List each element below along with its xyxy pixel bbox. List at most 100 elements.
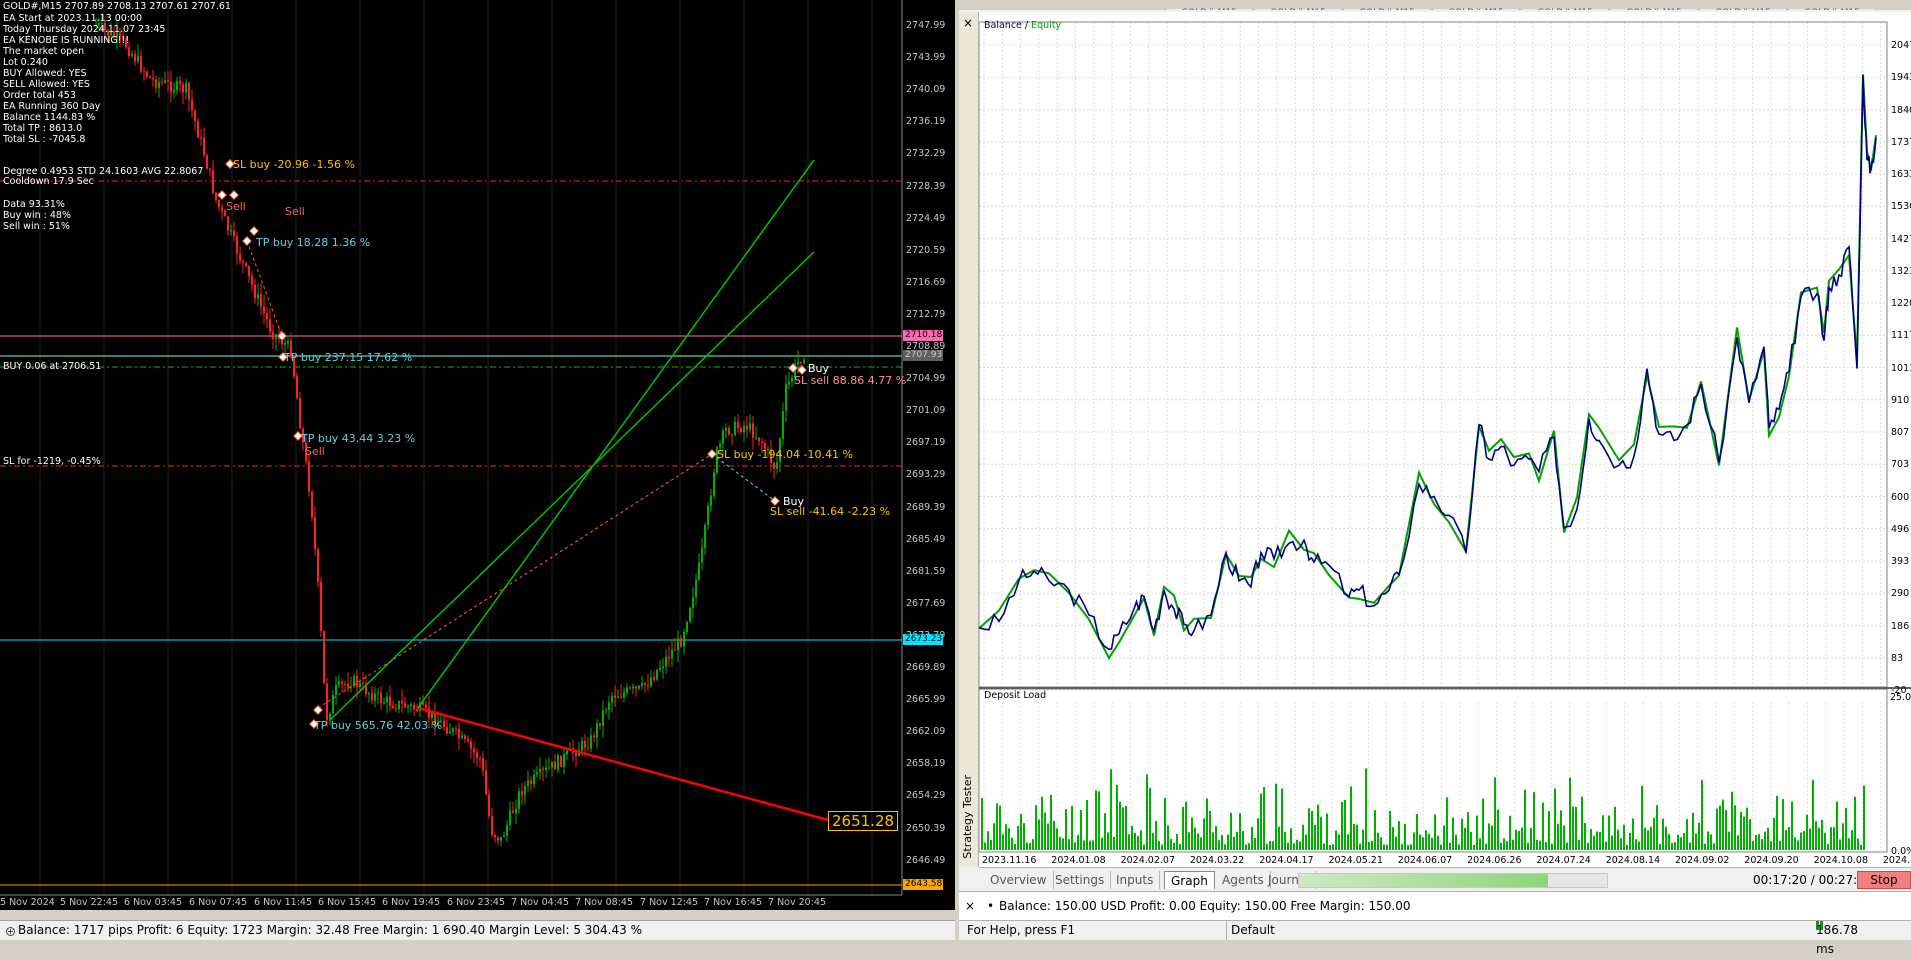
balance-tick: 1013 <box>1891 362 1911 374</box>
close-icon[interactable]: × <box>963 16 973 30</box>
candle-body <box>287 340 289 344</box>
deposit-bar <box>1617 829 1619 850</box>
deposit-bar <box>1464 827 1466 850</box>
deposit-bar <box>1773 817 1775 850</box>
deposit-bar <box>1419 834 1421 850</box>
deposit-bar <box>1581 796 1583 850</box>
chart-tab[interactable]: GOLD#,M15 <box>1165 9 1253 10</box>
deposit-bar <box>1611 835 1613 850</box>
deposit-bar <box>1230 812 1232 850</box>
candle-body <box>551 761 553 768</box>
stat-line: Buy win : 48% <box>3 210 71 221</box>
candle-body <box>464 735 466 740</box>
chart-tab[interactable]: GOLD#,M15 <box>1788 9 1876 10</box>
candle-body <box>374 693 376 701</box>
close-icon[interactable]: × <box>965 892 975 920</box>
deposit-bar <box>1095 790 1097 850</box>
tab-inputs[interactable]: Inputs <box>1110 871 1161 889</box>
info-line: Total SL : -7045.8 <box>3 134 86 145</box>
tab-graph[interactable]: Graph <box>1164 871 1215 889</box>
tab-overview[interactable]: Overview <box>984 871 1054 889</box>
time-tick: 5 Nov 22:45 <box>60 897 119 908</box>
price-tick: 2650.39 <box>906 822 946 834</box>
deposit-bar <box>1605 841 1607 850</box>
deposit-bar <box>1848 838 1850 850</box>
deposit-bar <box>1842 823 1844 850</box>
trade-summary-text: Balance: 150.00 USD Profit: 0.00 Equity:… <box>999 899 1411 913</box>
candle-body <box>362 682 364 684</box>
price-tick: 2658.19 <box>906 758 946 770</box>
chart-tab[interactable]: GOLD#,M15 <box>1432 9 1520 10</box>
deposit-bar <box>1752 840 1754 850</box>
candle-body <box>296 376 298 399</box>
deposit-bar <box>1818 827 1820 850</box>
deposit-bar <box>1554 788 1556 850</box>
candle-body <box>467 739 469 742</box>
candle-body <box>173 90 175 93</box>
chart-tab[interactable]: GOLD#,M15 <box>1610 9 1698 10</box>
candle-body <box>587 747 589 749</box>
deposit-bar <box>1212 832 1214 850</box>
info-line: SELL Allowed: YES <box>3 79 90 90</box>
candle-body <box>791 377 793 382</box>
deposit-bar <box>1278 826 1280 850</box>
deposit-bar <box>1236 831 1238 850</box>
price-tick: 2669.89 <box>906 662 946 673</box>
deposit-bar <box>1833 827 1835 850</box>
deposit-bar <box>1584 823 1586 850</box>
candle-body <box>326 683 328 721</box>
price-chart[interactable]: GOLD#,M15 2707.89 2708.13 2707.61 2707.6… <box>0 0 955 910</box>
tab-settings[interactable]: Settings <box>1049 871 1112 889</box>
deposit-bar <box>1839 839 1841 850</box>
trade-label: SL sell 88.86 4.77 % <box>794 374 907 387</box>
deposit-bar <box>1068 839 1070 850</box>
deposit-bar <box>1311 810 1313 850</box>
deposit-bar <box>1740 811 1742 850</box>
test-progress-fill <box>1299 874 1549 887</box>
price-tick: 2681.59 <box>906 565 946 577</box>
candle-body <box>455 728 457 730</box>
deposit-bar <box>1602 815 1604 850</box>
expand-icon[interactable]: + <box>6 927 15 936</box>
deposit-bar <box>1407 844 1409 850</box>
deposit-bar <box>1485 843 1487 850</box>
chart-tab[interactable]: GOLD#,M15 <box>1343 9 1431 10</box>
deposit-bar <box>1713 843 1715 850</box>
trendline-green-2 <box>329 251 815 721</box>
date-tick: 2024.04.17 <box>1259 855 1314 866</box>
deposit-bar <box>1074 842 1076 850</box>
candle-body <box>239 253 241 261</box>
deposit-bar <box>1860 844 1862 850</box>
deposit-bar <box>1446 797 1448 850</box>
candle-body <box>788 381 790 385</box>
deposit-bar <box>1812 779 1814 850</box>
deposit-bar <box>1101 837 1103 850</box>
deposit-bar <box>1155 821 1157 850</box>
deposit-bar <box>1023 823 1025 850</box>
deposit-bar <box>1731 791 1733 850</box>
ping-value: 186.78 ms <box>1816 923 1858 956</box>
deposit-bar <box>1146 774 1148 850</box>
deposit-bar <box>1566 842 1568 850</box>
chart-tab[interactable]: GOLD#,M15 <box>1699 9 1787 10</box>
deposit-bar <box>1458 844 1460 850</box>
deposit-bar <box>1275 783 1277 850</box>
candle-body <box>785 384 787 412</box>
deposit-bar <box>1506 841 1508 850</box>
stop-button[interactable]: Stop <box>1857 871 1911 889</box>
deposit-bar <box>1452 817 1454 850</box>
chart-tab[interactable]: GOLD#,M15 <box>1521 9 1609 10</box>
deposit-bar <box>1137 836 1139 850</box>
candle-body <box>398 700 400 710</box>
deposit-bar <box>1545 842 1547 850</box>
deposit-bar <box>1005 824 1007 850</box>
deposit-bar <box>1176 833 1178 850</box>
candle-body <box>617 696 619 698</box>
deposit-bar <box>1857 838 1859 850</box>
deposit-bar <box>1620 838 1622 850</box>
deposit-bar <box>1290 828 1292 850</box>
candle-body <box>149 76 151 78</box>
deposit-bar <box>1161 844 1163 850</box>
deposit-bar <box>1053 820 1055 850</box>
chart-tab[interactable]: GOLD#,M15 <box>1254 9 1342 10</box>
